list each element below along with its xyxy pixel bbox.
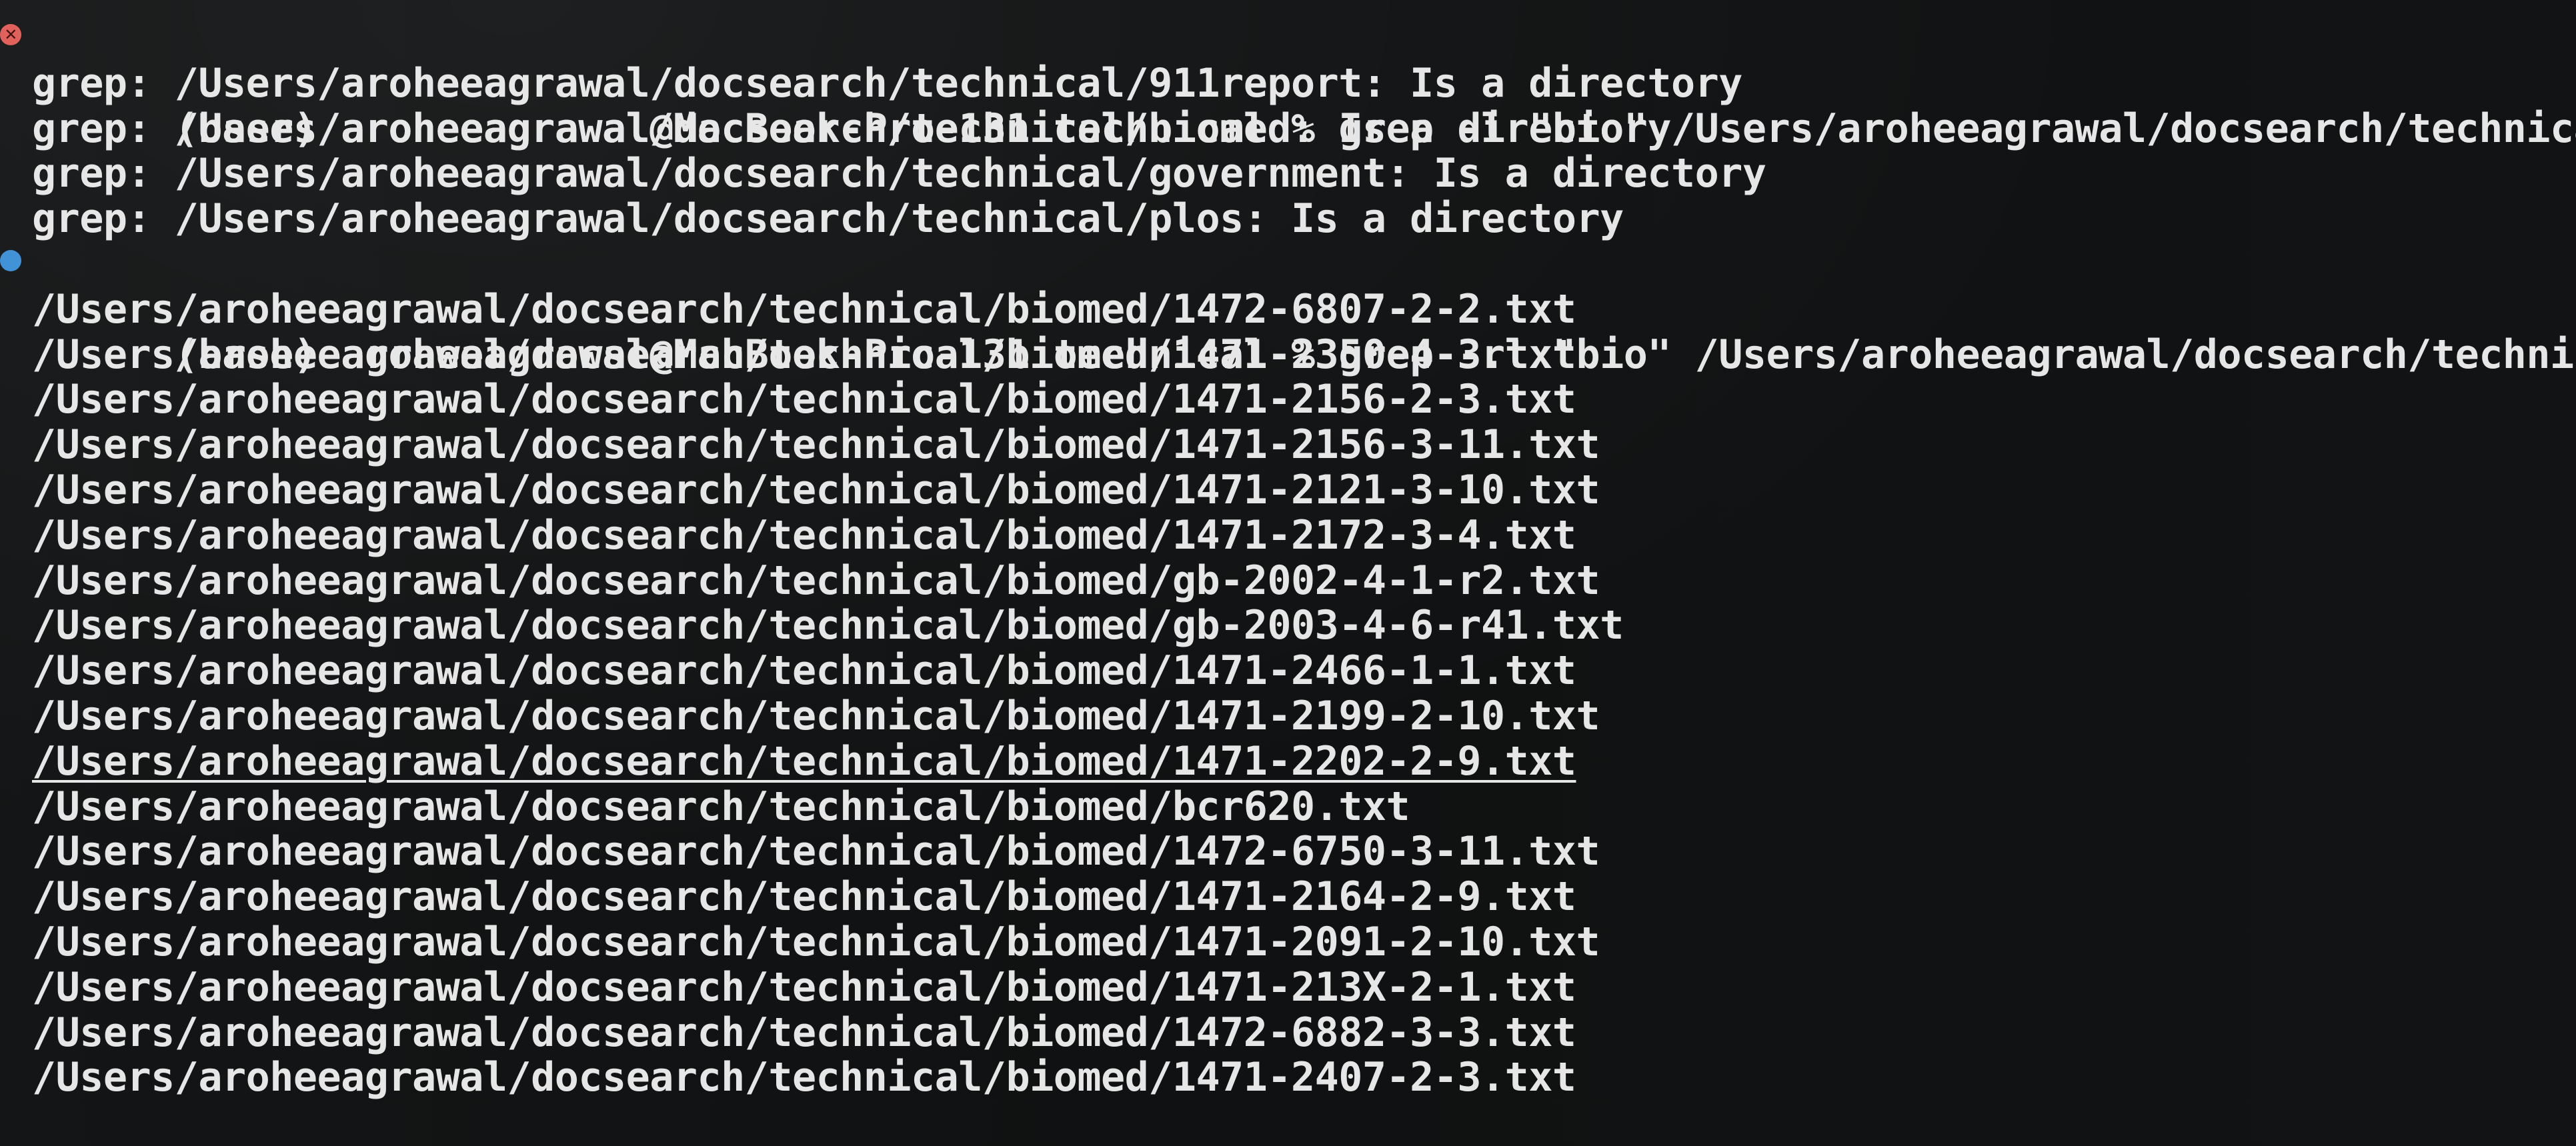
output-line: /Users/aroheeagrawal/docsearch/technical…: [32, 557, 1600, 604]
terminal-output[interactable]: ✕ (base) aroheeagrawal@MacBook-Pro-131 t…: [0, 16, 2576, 1101]
hovered-file-link[interactable]: /Users/aroheeagrawal/docsearch/technical…: [32, 738, 1576, 785]
output-line: /Users/aroheeagrawal/docsearch/technical…: [32, 918, 1600, 965]
output-line: grep: /Users/aroheeagrawal/docsearch/tec…: [32, 195, 1624, 243]
output-line: /Users/aroheeagrawal/docsearch/technical…: [32, 783, 1410, 830]
output-line: /Users/aroheeagrawal/docsearch/technical…: [32, 466, 1600, 513]
command-line-2: (base) aroheeagrawal@MacBook-Pro-131 tec…: [0, 242, 2576, 377]
dot-icon: [0, 249, 21, 271]
terminal-window: ✕ (base) aroheeagrawal@MacBook-Pro-131 t…: [0, 0, 2576, 1146]
output-line: /Users/aroheeagrawal/docsearch/technical…: [32, 692, 1600, 739]
output-line: /Users/aroheeagrawal/docsearch/technical…: [32, 511, 1576, 559]
output-line: grep: /Users/aroheeagrawal/docsearch/tec…: [32, 59, 1742, 107]
output-line: /Users/aroheeagrawal/docsearch/technical…: [32, 376, 1576, 423]
output-line: /Users/aroheeagrawal/docsearch/technical…: [32, 873, 1576, 921]
output-line: grep: /Users/aroheeagrawal/docsearch/tec…: [32, 150, 1766, 197]
output-line: /Users/aroheeagrawal/docsearch/technical…: [32, 1054, 1576, 1101]
output-line: /Users/aroheeagrawal/docsearch/technical…: [32, 828, 1600, 875]
output-line: /Users/aroheeagrawal/docsearch/technical…: [32, 602, 1624, 649]
output-line: /Users/aroheeagrawal/docsearch/technical…: [32, 963, 1576, 1011]
output-line: /Users/aroheeagrawal/docsearch/technical…: [32, 647, 1576, 695]
output-line-hover-link[interactable]: /Users/aroheeagrawal/docsearch/technical…: [0, 739, 2576, 785]
output-line: /Users/aroheeagrawal/docsearch/technical…: [32, 421, 1600, 469]
output-line: /Users/aroheeagrawal/docsearch/technical…: [32, 1009, 1576, 1056]
output-line: /Users/aroheeagrawal/docsearch/technical…: [32, 285, 1576, 333]
output-line: /Users/aroheeagrawal/docsearch/technical…: [32, 331, 1576, 378]
output-line: grep: /Users/aroheeagrawal/docsearch/tec…: [32, 105, 1672, 152]
x-circle-icon: ✕: [0, 24, 21, 45]
command-line-1: ✕ (base) aroheeagrawal@MacBook-Pro-131 t…: [0, 16, 2576, 151]
